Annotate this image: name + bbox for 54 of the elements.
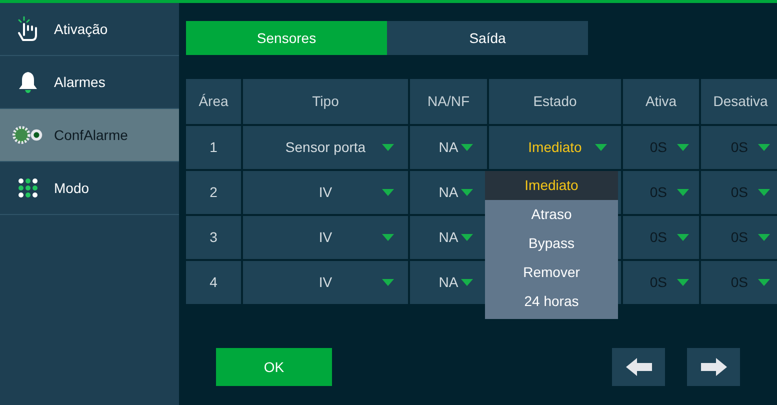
table-cell: 1 [186,126,241,169]
sidebar-item[interactable]: ConfAlarme [0,109,179,162]
caret-icon [595,144,607,151]
caret-icon [758,144,770,151]
column-header: Desativa [701,79,777,124]
gears-icon [12,125,44,145]
caret-icon [758,279,770,286]
caret-icon [382,144,394,151]
caret-icon [461,234,473,241]
na-nf-select[interactable]: NA [410,216,487,259]
ok-button[interactable]: OK [216,348,332,386]
previous-button[interactable] [612,348,665,386]
caret-icon [382,189,394,196]
caret-icon [382,279,394,286]
na-nf-select[interactable]: NA [410,126,487,169]
dropdown-option[interactable]: Imediato [485,171,618,200]
column-header: Área [186,79,241,124]
caret-icon [382,234,394,241]
dropdown-option[interactable]: Bypass [485,229,618,258]
table-cell: 2 [186,171,241,214]
tab[interactable]: Sensores [186,21,387,55]
right-arrow-icon [700,358,726,376]
na-nf-select[interactable]: NA [410,171,487,214]
tab[interactable]: Saída [387,21,588,55]
dropdown-option[interactable]: Atraso [485,200,618,229]
dropdown-option[interactable]: 24 horas [485,287,618,316]
caret-icon [677,279,689,286]
column-header: Tipo [243,79,408,124]
column-header: Ativa [623,79,699,124]
caret-icon [677,189,689,196]
sidebar-item[interactable]: Modo [0,162,179,215]
na-nf-select[interactable]: NA [410,261,487,304]
caret-icon [758,189,770,196]
column-header: Estado [489,79,621,124]
table-cell: 4 [186,261,241,304]
caret-icon [461,279,473,286]
type-select[interactable]: IV [243,261,408,304]
sidebar-item[interactable]: Ativação [0,3,179,56]
caret-icon [677,234,689,241]
dots-grid-icon [18,178,38,198]
dropdown-option[interactable]: Remover [485,258,618,287]
state-select[interactable]: Imediato [489,126,621,169]
caret-icon [677,144,689,151]
table-cell: 3 [186,216,241,259]
type-select[interactable]: Sensor porta [243,126,408,169]
bell-icon [17,70,39,94]
caret-icon [758,234,770,241]
column-header: NA/NF [410,79,487,124]
type-select[interactable]: IV [243,171,408,214]
caret-icon [461,189,473,196]
next-button[interactable] [687,348,740,386]
caret-icon [461,144,473,151]
left-arrow-icon [626,358,652,376]
type-select[interactable]: IV [243,216,408,259]
